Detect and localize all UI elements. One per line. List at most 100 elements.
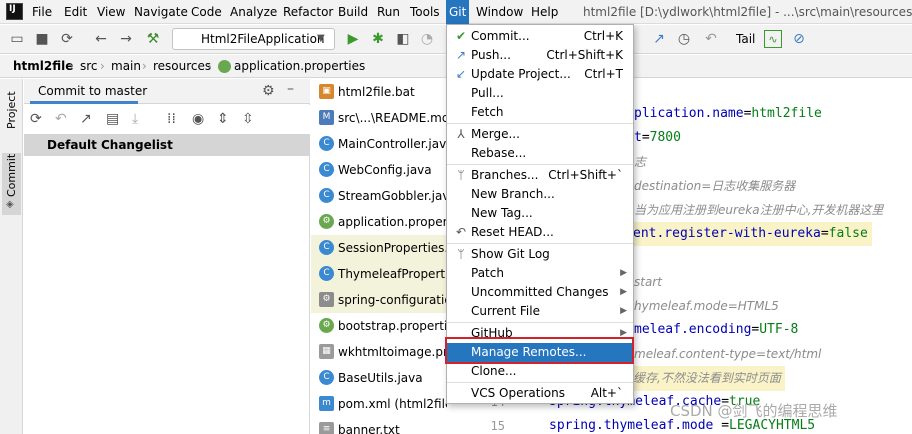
git-menu-rebase[interactable]: Rebase...	[447, 144, 633, 163]
group-by-icon[interactable]: ⁞⁞	[167, 111, 176, 127]
git-menu-vcs-operations[interactable]: VCS Operations Alt+`	[447, 384, 633, 403]
debug-bug-icon[interactable]: ✱	[369, 30, 387, 48]
file-list-item[interactable]: ⚙ spring-configuration-	[311, 287, 447, 313]
menu-help[interactable]: Help	[528, 0, 561, 24]
code-comment: hymeleaf.mode=HTML5	[634, 299, 779, 313]
save-icon[interactable]: ■	[33, 30, 51, 48]
git-menu-show-git-log[interactable]: ᛘ Show Git Log	[447, 245, 633, 264]
breadcrumb-src[interactable]: src	[80, 55, 98, 78]
menu-run[interactable]: Run	[374, 0, 403, 24]
expand-all-icon[interactable]: ⇕	[217, 111, 229, 127]
git-menu-current-file[interactable]: Current File ▶	[447, 302, 633, 321]
file-list-item[interactable]: ▦ wkhtmltoimage.png	[311, 339, 447, 365]
rollback-icon[interactable]: ↶	[702, 30, 720, 48]
code-comment: destination=日志收集服务器	[634, 179, 796, 193]
commit-panel-header: Commit to master ⚙ –	[24, 79, 310, 104]
properties-icon: ⚙	[319, 214, 334, 229]
menu-file[interactable]: File	[29, 0, 55, 24]
file-list-item[interactable]: C BaseUtils.java	[311, 365, 447, 391]
git-menu-reset-head[interactable]: ↶ Reset HEAD...	[447, 223, 633, 242]
menu-build[interactable]: Build	[335, 0, 371, 24]
profile-icon[interactable]: ◔	[418, 30, 436, 48]
git-menu-new-branch[interactable]: New Branch...	[447, 185, 633, 204]
menu-item-shortcut: Ctrl+T	[584, 67, 623, 81]
refresh-icon[interactable]: ⟳	[30, 111, 42, 127]
eye-icon[interactable]: ◉	[192, 111, 204, 127]
submenu-arrow-icon: ▶	[620, 287, 627, 297]
file-list-item[interactable]: C MainController.java	[311, 131, 447, 157]
menu-view[interactable]: View	[94, 0, 128, 24]
class-icon: C	[319, 370, 334, 385]
menu-item-label: Rebase...	[471, 146, 527, 160]
menu-item-label: New Branch...	[471, 187, 555, 201]
default-changelist-row[interactable]: Default Changelist	[24, 134, 310, 156]
changelist-label: Default Changelist	[47, 138, 173, 152]
file-list-item[interactable]: C SessionProperties.java	[311, 235, 447, 261]
bat-icon: ▣	[319, 84, 334, 99]
file-list-item[interactable]: ≡ banner.txt	[311, 417, 447, 434]
git-push-icon[interactable]: ↗	[650, 30, 668, 48]
breadcrumb-resources[interactable]: resources	[153, 55, 211, 78]
commit-tool-tab[interactable]: Commit ◈	[2, 153, 21, 215]
forward-arrow-icon[interactable]: →	[117, 30, 135, 48]
file-list-item[interactable]: ▣ html2file.bat	[311, 79, 447, 105]
menu-edit[interactable]: Edit	[61, 0, 90, 24]
merge-icon: ⅄	[457, 127, 465, 141]
minimize-icon[interactable]: –	[287, 81, 294, 97]
git-menu-patch[interactable]: Patch ▶	[447, 264, 633, 283]
chevron-down-icon: ▼	[317, 33, 325, 44]
menu-tools[interactable]: Tools	[407, 0, 443, 24]
file-list-item[interactable]: m pom.xml (html2file)	[311, 391, 447, 417]
git-menu-uncommitted-changes[interactable]: Uncommitted Changes ▶	[447, 283, 633, 302]
menu-item-label: Show Git Log	[471, 247, 550, 261]
git-menu-commit[interactable]: ✔ Commit... Ctrl+K	[447, 27, 633, 46]
menu-refactor[interactable]: Refactor	[280, 0, 336, 24]
rollback-icon[interactable]: ↶	[55, 111, 67, 127]
git-log-icon: ᛘ	[457, 247, 465, 261]
git-menu-push[interactable]: ↗ Push... Ctrl+Shift+K	[447, 46, 633, 65]
back-arrow-icon[interactable]: ←	[92, 30, 110, 48]
git-menu-new-tag[interactable]: New Tag...	[447, 204, 633, 223]
coverage-icon[interactable]: ◧	[394, 30, 412, 48]
breadcrumb-project[interactable]: html2file	[13, 55, 73, 78]
run-configuration-selector[interactable]: Html2FileApplication ▼	[172, 28, 335, 50]
tail-button[interactable]: Tail	[736, 30, 755, 48]
build-hammer-icon[interactable]: ⚒	[144, 30, 162, 48]
code-key: ent.register-with-eureka	[633, 226, 821, 241]
file-list-item[interactable]: ⚙ bootstrap.properties	[311, 313, 447, 339]
menu-code[interactable]: Code	[188, 0, 225, 24]
menu-analyze[interactable]: Analyze	[227, 0, 280, 24]
gear-icon[interactable]: ⚙	[262, 83, 275, 99]
file-list-item[interactable]: C WebConfig.java	[311, 157, 447, 183]
commit-toolbar: ⟳ ↶ ↗ ▤ ⤓ ⁞⁞ ◉ ⇕ ⇳	[24, 105, 310, 134]
git-menu-pull[interactable]: Pull...	[447, 84, 633, 103]
menu-navigate[interactable]: Navigate	[131, 0, 191, 24]
menu-window[interactable]: Window	[473, 0, 526, 24]
download-icon[interactable]: ⤓	[132, 111, 138, 127]
file-list-item[interactable]: ⚙ application.properties	[311, 209, 447, 235]
menu-item-shortcut: Alt+`	[590, 386, 623, 400]
git-menu-update-project[interactable]: ↙ Update Project... Ctrl+T	[447, 65, 633, 84]
project-tool-tab[interactable]: Project	[2, 83, 21, 135]
sync-icon[interactable]: ⟳	[58, 30, 76, 48]
git-menu-merge[interactable]: ⅄ Merge...	[447, 125, 633, 144]
file-list-item[interactable]: C ThymeleafProperties	[311, 261, 447, 287]
file-list-item[interactable]: Msrc\...\README.md	[311, 105, 447, 131]
menu-separator	[447, 243, 633, 244]
git-menu-fetch[interactable]: Fetch	[447, 103, 633, 122]
git-menu-branches[interactable]: ᛘ Branches... Ctrl+Shift+`	[447, 166, 633, 185]
no-entry-icon[interactable]: ⊘	[790, 30, 808, 48]
open-folder-icon[interactable]: ▭	[8, 30, 26, 48]
run-icon[interactable]: ▶	[344, 30, 362, 48]
menu-git[interactable]: Git	[446, 0, 470, 24]
collapse-all-icon[interactable]: ⇳	[242, 111, 254, 127]
activity-monitor-icon[interactable]: ∿	[764, 30, 782, 48]
git-menu-clone[interactable]: Clone...	[447, 362, 633, 381]
history-clock-icon[interactable]: ◷	[675, 30, 693, 48]
shelve-icon[interactable]: ▤	[106, 111, 119, 127]
file-list-item[interactable]: C StreamGobbler.java	[311, 183, 447, 209]
intellij-logo-icon: IJ	[6, 3, 23, 20]
breadcrumb-main[interactable]: main	[111, 55, 141, 78]
breadcrumb-file[interactable]: application.properties	[234, 55, 365, 78]
diff-icon[interactable]: ↗	[80, 111, 92, 127]
